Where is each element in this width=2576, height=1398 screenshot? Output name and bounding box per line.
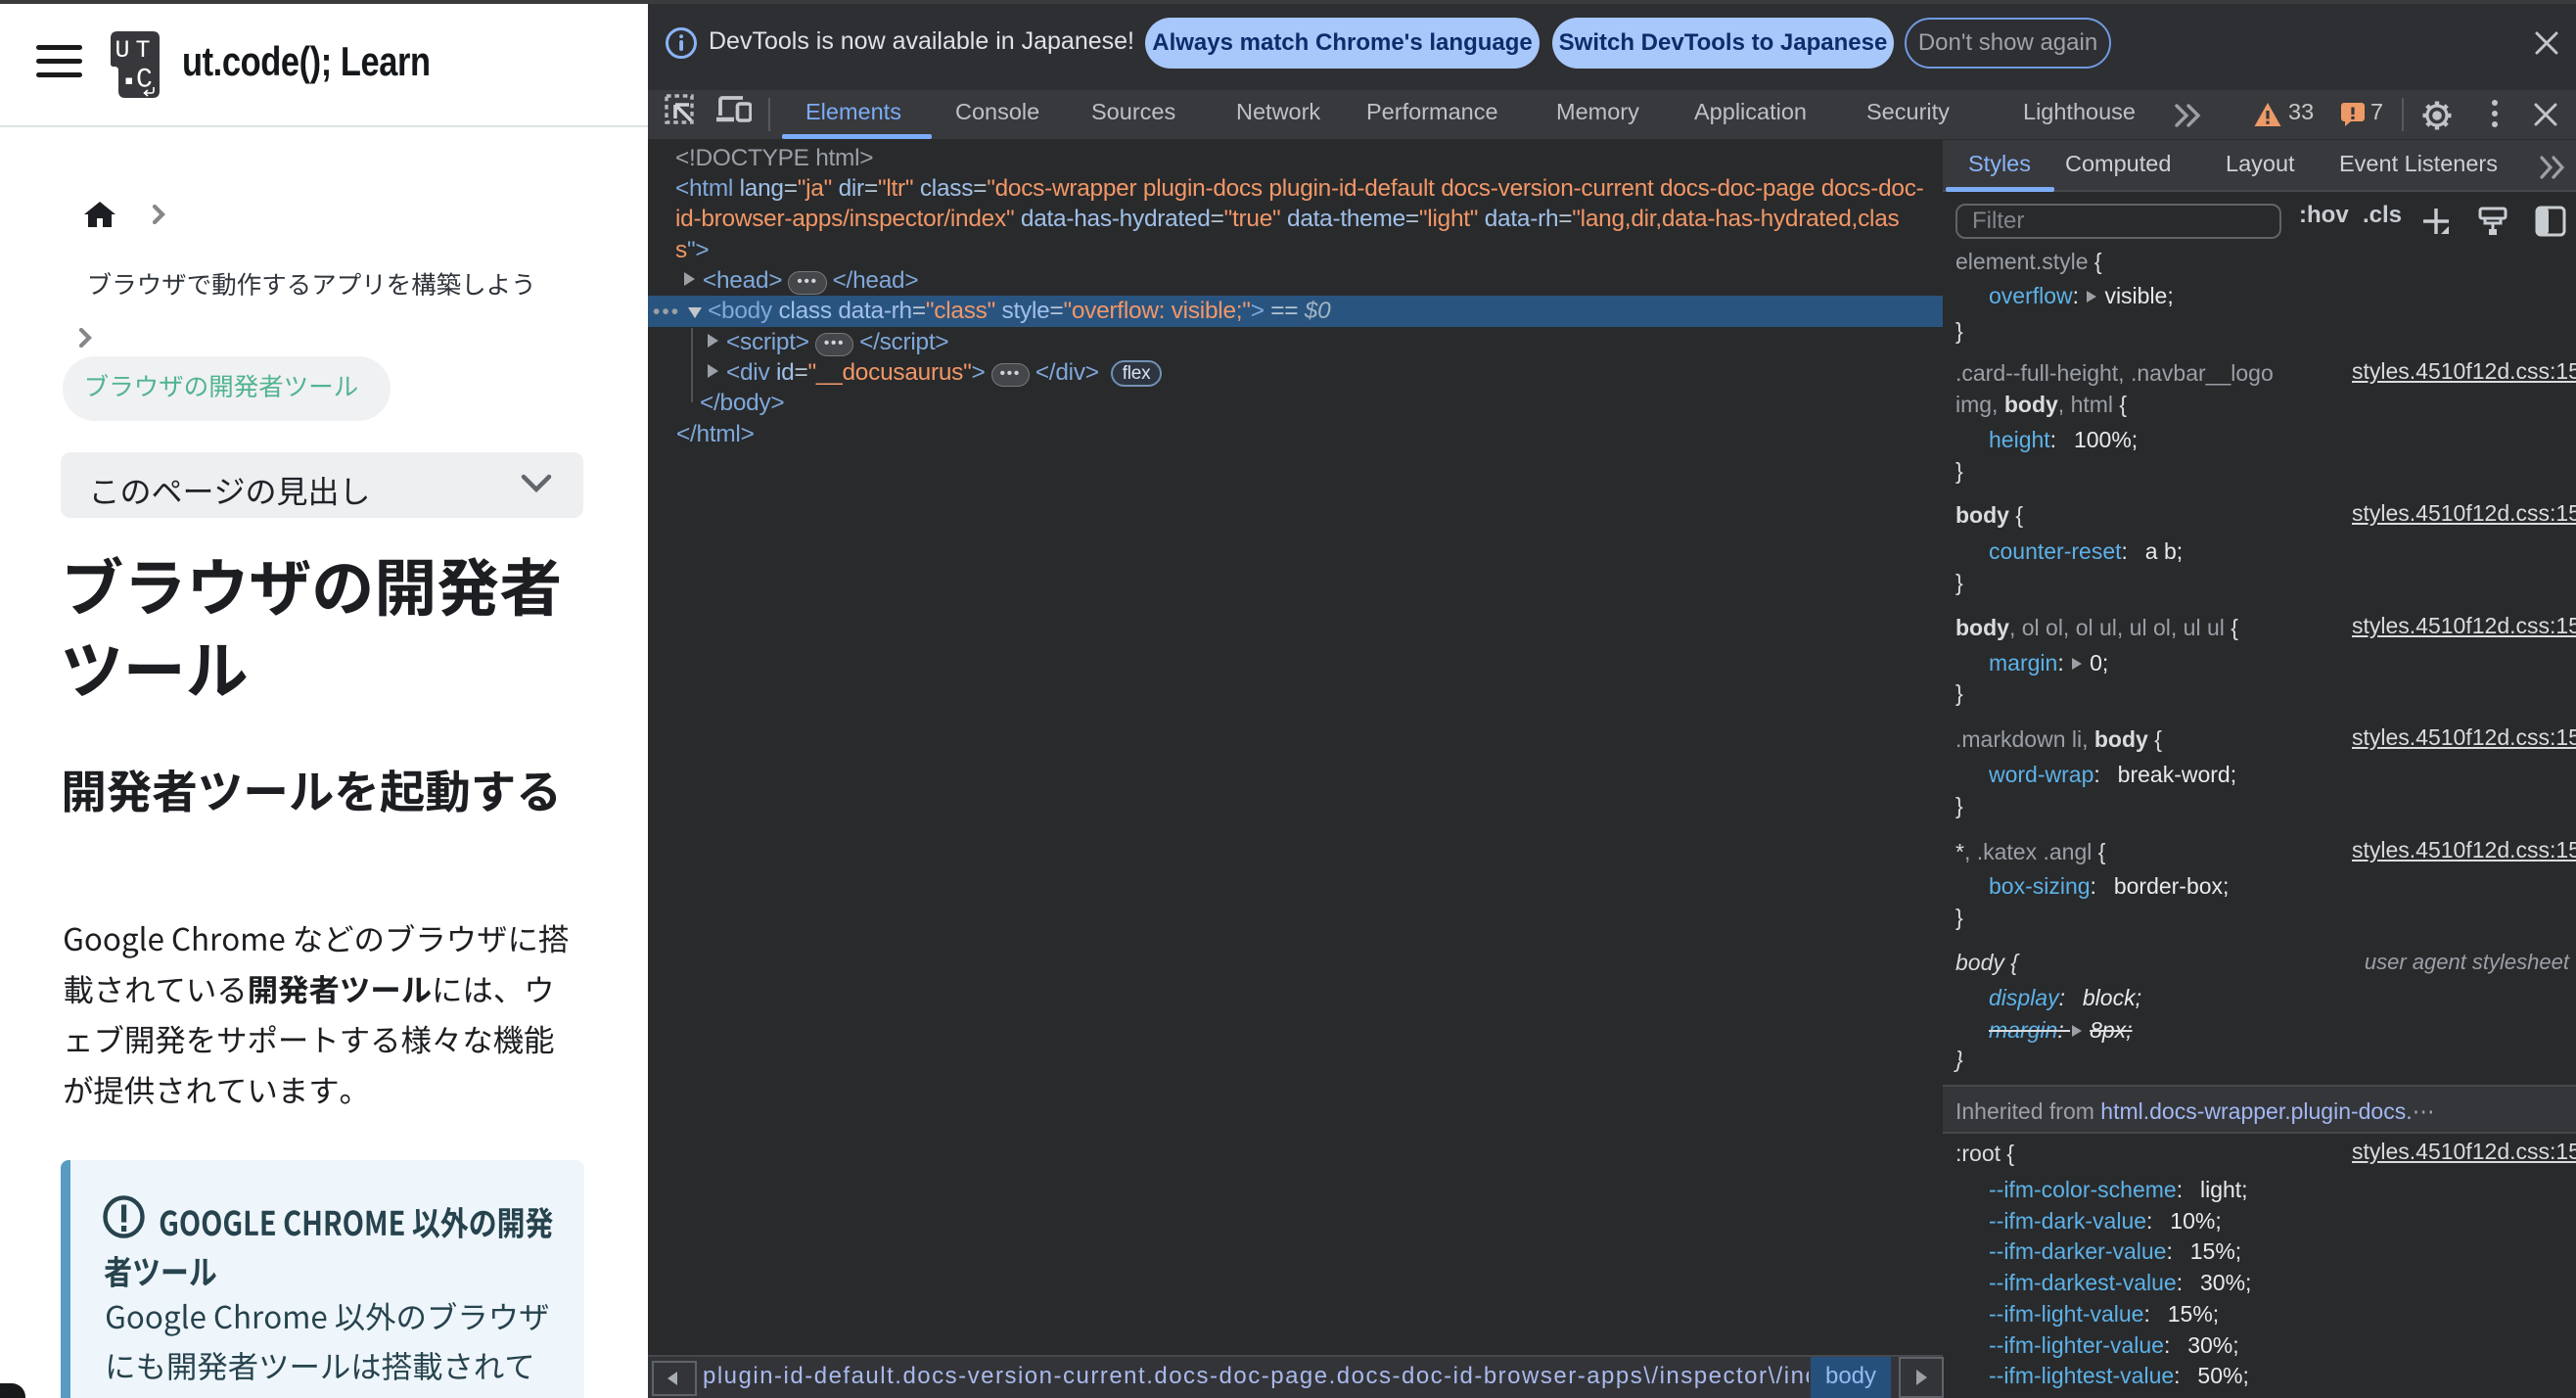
svg-text:C: C [136,66,153,96]
svg-text:UT: UT [115,36,157,65]
